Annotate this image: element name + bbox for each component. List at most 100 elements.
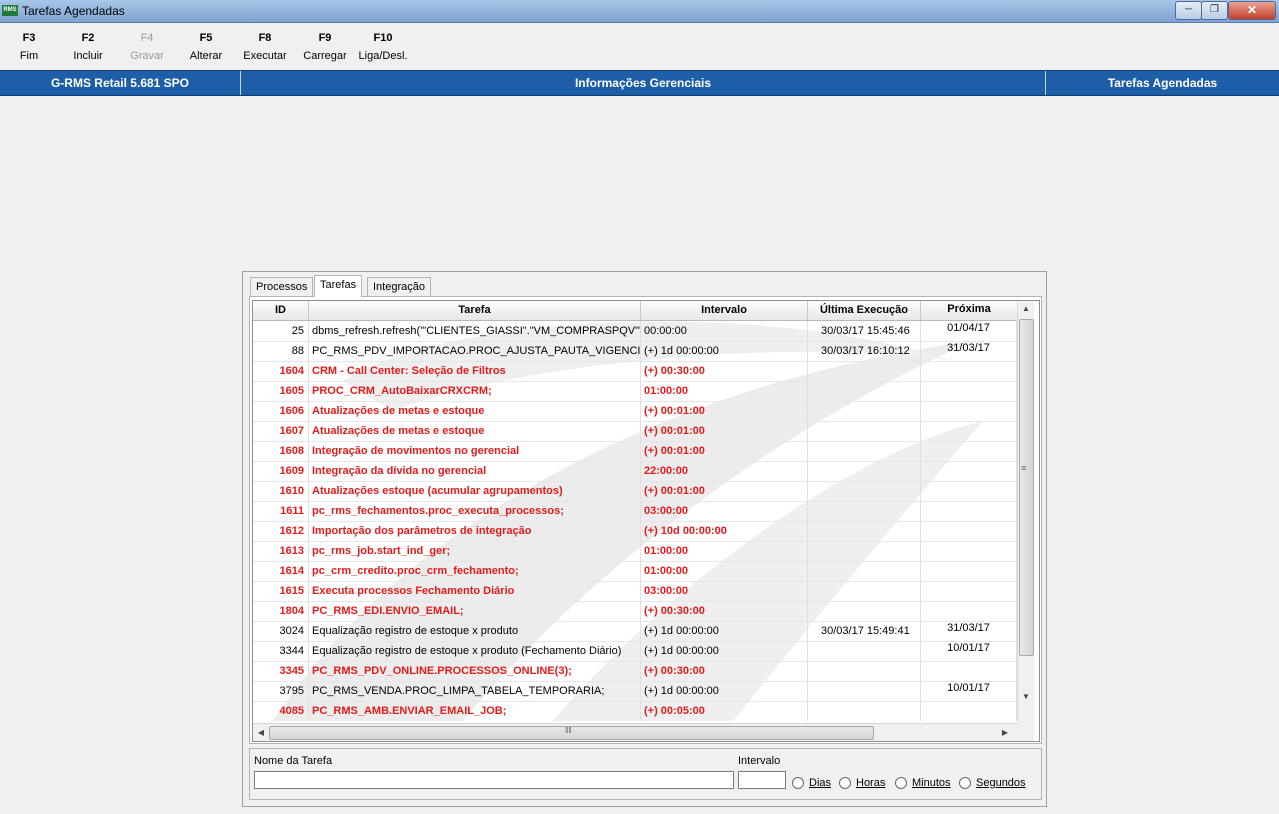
radio-icon	[839, 777, 851, 790]
table-row[interactable]: 1610 Atualizações estoque (acumular agrup…	[253, 481, 1017, 502]
table-row[interactable]: 4085 PC_RMS_AMB.ENVIAR_EMAIL_JOB; (+) 00:0…	[253, 701, 1017, 721]
task-cell: Atualizações de metas e estoque	[309, 401, 641, 421]
table-row[interactable]: 1611 pc_rms_fechamentos.proc_executa_proc…	[253, 501, 1017, 522]
button-label: Alterar	[189, 50, 223, 62]
title-bar: RMS Tarefas Agendadas ─ ❐ ✕	[0, 0, 1279, 23]
table-row[interactable]: 3024 Equalização registro de estoque x pr…	[253, 621, 1017, 642]
interval-cell: (+) 10d 00:00:00	[641, 521, 808, 541]
alterar-button[interactable]: F5 Alterar	[186, 30, 226, 66]
id-cell: 3344	[253, 641, 309, 661]
column-header-task[interactable]: Tarefa	[309, 301, 641, 320]
table-row[interactable]: 3795 PC_RMS_VENDA.PROC_LIMPA_TABELA_TEMPO…	[253, 681, 1017, 702]
next-execution-cell	[921, 481, 1017, 501]
table-row[interactable]: 1804 PC_RMS_EDI.ENVIO_EMAIL; (+) 00:30:00	[253, 601, 1017, 622]
carregar-button[interactable]: F9 Carregar	[300, 30, 350, 66]
table-row[interactable]: 1615 Executa processos Fechamento Diário 0…	[253, 581, 1017, 602]
tab-processos[interactable]: Processos	[250, 277, 314, 296]
radio-label: Minutos	[912, 777, 951, 789]
id-cell: 1610	[253, 481, 309, 501]
last-execution-cell	[808, 381, 921, 401]
table-row[interactable]: 1604 CRM - Call Center: Seleção de Filtro…	[253, 361, 1017, 382]
horizontal-scrollbar[interactable]: ◀ ‖‖ ▶	[253, 723, 1017, 741]
module-name: Informações Gerenciais	[574, 76, 712, 90]
table-row[interactable]: 1609 Integração da dívida no gerencial 22:…	[253, 461, 1017, 482]
key-label: F5	[199, 32, 213, 44]
id-cell: 1615	[253, 581, 309, 601]
table-row[interactable]: 1613 pc_rms_job.start_ind_ger; 01:00:00	[253, 541, 1017, 562]
interval-cell: (+) 00:01:00	[641, 441, 808, 461]
interval-cell: (+) 00:01:00	[641, 481, 808, 501]
vertical-scrollbar[interactable]: ▲ ≡ ▼	[1017, 301, 1034, 721]
scroll-left-icon[interactable]: ◀	[253, 724, 269, 741]
task-cell: Integração da dívida no gerencial	[309, 461, 641, 481]
grip-icon: ‖‖	[565, 726, 572, 735]
next-execution-cell: 31/03/17	[921, 621, 1017, 641]
liga-desl-button[interactable]: F10 Liga/Desl.	[355, 30, 411, 66]
incluir-button[interactable]: F2 Incluir	[67, 30, 109, 66]
grid-header: ID Tarefa Intervalo Última Execução Próx…	[253, 301, 1018, 321]
last-execution-cell	[808, 701, 921, 721]
radio-horas[interactable]: Horas	[839, 776, 885, 790]
key-label: F2	[81, 32, 95, 44]
last-execution-cell: 30/03/17 15:45:46	[808, 321, 921, 341]
table-row[interactable]: 1614 pc_crm_credito.proc_crm_fechamento; 0…	[253, 561, 1017, 582]
scroll-up-icon[interactable]: ▲	[1018, 301, 1034, 317]
table-row[interactable]: 1607 Atualizações de metas e estoque (+) 0…	[253, 421, 1017, 442]
interval-cell: 22:00:00	[641, 461, 808, 481]
interval-cell: 01:00:00	[641, 381, 808, 401]
close-button[interactable]: ✕	[1228, 1, 1276, 20]
task-name-input[interactable]	[254, 771, 734, 789]
table-row[interactable]: 1606 Atualizações de metas e estoque (+) 0…	[253, 401, 1017, 422]
id-cell: 88	[253, 341, 309, 361]
minimize-button[interactable]: ─	[1175, 1, 1202, 20]
task-cell: pc_crm_credito.proc_crm_fechamento;	[309, 561, 641, 581]
maximize-button[interactable]: ❐	[1201, 1, 1228, 20]
column-header-interval[interactable]: Intervalo	[641, 301, 808, 320]
task-cell: Atualizações estoque (acumular agrupamen…	[309, 481, 641, 501]
button-label: Fim	[19, 50, 39, 62]
radio-segundos[interactable]: Segundos	[959, 776, 1026, 790]
scroll-thumb[interactable]	[1019, 319, 1034, 656]
gravar-button[interactable]: F4 Gravar	[127, 30, 167, 66]
tab-tarefas[interactable]: Tarefas	[314, 275, 363, 297]
radio-minutos[interactable]: Minutos	[895, 776, 951, 790]
radio-icon	[959, 777, 971, 790]
radio-label: Horas	[856, 777, 886, 789]
table-row[interactable]: 3345 PC_RMS_PDV_ONLINE.PROCESSOS_ONLINE(3…	[253, 661, 1017, 682]
key-label: F4	[140, 32, 154, 44]
interval-input[interactable]	[738, 771, 786, 789]
table-row[interactable]: 1605 PROC_CRM_AutoBaixarCRXCRM; 01:00:00	[253, 381, 1017, 402]
task-cell: CRM - Call Center: Seleção de Filtros	[309, 361, 641, 381]
last-execution-cell	[808, 641, 921, 661]
column-header-last-execution[interactable]: Última Execução	[808, 301, 921, 320]
id-cell: 1614	[253, 561, 309, 581]
table-row[interactable]: 88 PC_RMS_PDV_IMPORTACAO.PROC_AJUSTA_PAUT…	[253, 341, 1017, 362]
tab-integracao[interactable]: Integração	[367, 277, 431, 296]
id-cell: 1607	[253, 421, 309, 441]
main-panel: Processos Tarefas Integração ID Tarefa I…	[242, 271, 1047, 807]
fim-button[interactable]: F3 Fim	[10, 30, 48, 66]
key-label: F9	[318, 32, 332, 44]
scroll-down-icon[interactable]: ▼	[1018, 689, 1034, 705]
next-execution-cell	[921, 441, 1017, 461]
executar-button[interactable]: F8 Executar	[241, 30, 289, 66]
table-row[interactable]: 1608 Integração de movimentos no gerencia…	[253, 441, 1017, 462]
table-row[interactable]: 25 dbms_refresh.refresh('"CLIENTES_GIASSI…	[253, 321, 1017, 342]
id-cell: 3345	[253, 661, 309, 681]
info-bar: G-RMS Retail 5.681 SPO Informações Geren…	[0, 70, 1279, 96]
id-cell: 1612	[253, 521, 309, 541]
interval-cell: 01:00:00	[641, 561, 808, 581]
id-cell: 1613	[253, 541, 309, 561]
column-header-id[interactable]: ID	[253, 301, 309, 320]
next-execution-cell	[921, 661, 1017, 681]
table-row[interactable]: 1612 Importação dos parâmetros de integra…	[253, 521, 1017, 542]
table-row[interactable]: 3344 Equalização registro de estoque x pr…	[253, 641, 1017, 662]
column-header-next-execution[interactable]: Próxima	[921, 301, 1018, 320]
tasks-grid[interactable]: ID Tarefa Intervalo Última Execução Próx…	[252, 300, 1040, 742]
radio-dias[interactable]: Dias	[792, 776, 831, 790]
radio-label: Dias	[809, 777, 832, 789]
scroll-right-icon[interactable]: ▶	[997, 724, 1013, 741]
task-cell: PC_RMS_PDV_IMPORTACAO.PROC_AJUSTA_PAUTA_…	[309, 341, 641, 361]
task-form: Nome da Tarefa Intervalo Dias Horas Minu…	[249, 748, 1042, 800]
interval-label: Intervalo	[738, 755, 781, 767]
